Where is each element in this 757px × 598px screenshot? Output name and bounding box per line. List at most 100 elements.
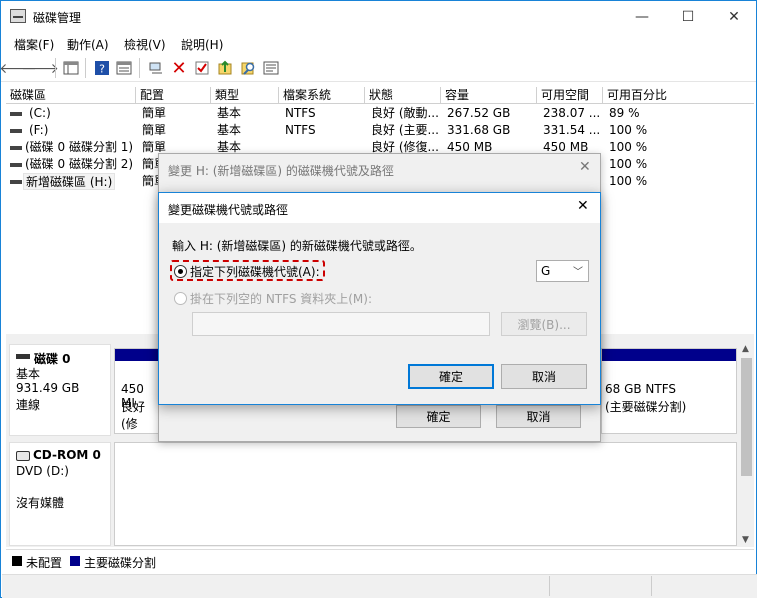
view-icon[interactable] — [115, 59, 133, 77]
cdrom-0-label[interactable]: CD-ROM 0 DVD (D:) 沒有媒體 — [9, 442, 111, 546]
volume-name: (C:) — [29, 106, 51, 120]
mount-folder-label[interactable]: 掛在下列空的 NTFS 資料夾上(M): — [190, 290, 372, 307]
window-title: 磁碟管理 — [33, 11, 82, 25]
search-icon[interactable] — [239, 59, 257, 77]
column-header-volume[interactable]: 磁碟區 — [6, 87, 136, 104]
column-header-layout[interactable]: 配置 — [136, 87, 211, 104]
volume-icon — [10, 163, 22, 167]
import-icon[interactable] — [216, 59, 234, 77]
menu-help[interactable]: 說明(H) — [181, 36, 223, 53]
volume-layout: 簡單 — [142, 106, 167, 120]
partition-block[interactable]: 450 MI 良好 (修 — [114, 348, 162, 434]
partition-status: 良好 (修 — [121, 400, 146, 431]
forward-icon[interactable]: 🡒 — [21, 59, 59, 77]
volume-filesystem: NTFS — [285, 106, 316, 120]
disk-management-icon — [10, 9, 26, 23]
cdrom-area — [114, 442, 737, 546]
properties-icon[interactable] — [193, 59, 211, 77]
volume-name: (F:) — [29, 123, 49, 137]
volume-percent-free: 100 % — [609, 140, 648, 154]
partition-color-bar — [602, 349, 736, 361]
volume-icon — [10, 180, 22, 184]
console-tree-icon[interactable] — [62, 59, 80, 77]
volume-free-space: 238.07 ... — [543, 106, 601, 120]
volume-icon — [10, 146, 22, 150]
legend-unallocated: 未配置 — [26, 556, 63, 570]
column-header-filesystem[interactable]: 檔案系統 — [279, 87, 365, 104]
cdrom-media: 沒有媒體 — [16, 496, 65, 510]
drive-letter-select[interactable]: G ﹀ — [536, 260, 589, 282]
column-header-free-space[interactable]: 可用空間 — [537, 87, 603, 104]
graphical-view-scrollbar[interactable]: ▲ ▼ — [739, 342, 754, 547]
table-row[interactable]: (F:) 簡單 基本 NTFS 良好 (主要... 331.68 GB 331.… — [1, 122, 757, 139]
volume-name: (磁碟 0 磁碟分割 2) — [25, 157, 134, 171]
volume-filesystem: NTFS — [285, 123, 316, 137]
volume-capacity: 267.52 GB — [447, 106, 511, 120]
minimize-button[interactable]: — — [619, 1, 665, 32]
cancel-button[interactable]: 取消 — [501, 364, 587, 389]
dialog-close-button[interactable]: ✕ — [579, 159, 591, 175]
primary-partition-swatch — [70, 556, 80, 566]
disk-status: 連線 — [16, 398, 41, 412]
scroll-down-icon[interactable]: ▼ — [742, 535, 749, 545]
mount-folder-radio[interactable] — [174, 292, 187, 305]
volume-icon — [10, 129, 22, 133]
svg-text:?: ? — [99, 63, 105, 76]
chevron-down-icon: ﹀ — [573, 267, 583, 278]
selected-drive-letter: G — [541, 264, 551, 278]
dialog-title: 變更 H: (新增磁碟區) 的磁碟機代號及路徑 — [168, 164, 394, 178]
column-header-percent-free[interactable]: 可用百分比 — [603, 87, 754, 104]
volume-status: 良好 (主要... — [371, 123, 439, 137]
partition-size: 68 GB NTFS — [605, 382, 677, 396]
delete-icon[interactable]: ✕ — [170, 58, 188, 79]
menu-bar — [1, 32, 756, 54]
menu-file[interactable]: 檔案(F) — [14, 36, 54, 53]
cdrom-icon — [16, 451, 30, 461]
assign-letter-radio[interactable] — [174, 265, 187, 278]
toolbar-separator — [55, 58, 56, 78]
disk-size: 931.49 GB — [16, 381, 80, 395]
volume-percent-free: 89 % — [609, 106, 640, 120]
disk-type: 基本 — [16, 367, 41, 381]
folder-path-input[interactable] — [192, 312, 490, 336]
cdrom-name: CD-ROM 0 — [33, 448, 101, 462]
browse-button[interactable]: 瀏覽(B)... — [501, 312, 587, 336]
connect-icon[interactable] — [147, 59, 165, 77]
scroll-up-icon[interactable]: ▲ — [742, 344, 749, 354]
ok-button[interactable]: 確定 — [408, 364, 494, 389]
cancel-button[interactable]: 取消 — [496, 405, 581, 428]
table-row[interactable]: (C:) 簡單 基本 NTFS 良好 (敵動... 267.52 GB 238.… — [1, 105, 757, 122]
legend-primary: 主要磁碟分割 — [84, 556, 157, 570]
volume-status: 良好 (敵動... — [371, 106, 439, 120]
help-icon[interactable]: ? — [93, 59, 111, 77]
dialog-title: 變更磁碟機代號或路徑 — [168, 203, 289, 217]
column-header-capacity[interactable]: 容量 — [441, 87, 537, 104]
partition-status: (主要磁碟分割) — [605, 400, 687, 414]
toolbar-separator — [139, 58, 140, 78]
close-button[interactable]: ✕ — [711, 1, 757, 32]
dialog-close-button[interactable]: ✕ — [577, 198, 589, 214]
volume-percent-free: 100 % — [609, 174, 648, 188]
volume-capacity: 331.68 GB — [447, 123, 511, 137]
volume-percent-free: 100 % — [609, 123, 648, 137]
assign-letter-label[interactable]: 指定下列磁碟機代號(A): — [190, 263, 320, 280]
dialog-prompt: 輸入 H: (新增磁碟區) 的新磁碟機代號或路徑。 — [172, 239, 422, 253]
menu-action[interactable]: 動作(A) — [67, 36, 109, 53]
status-divider — [549, 576, 550, 596]
toolbar-separator — [85, 58, 86, 78]
settings-icon[interactable] — [262, 59, 280, 77]
volume-name: 新增磁碟區 (H:) — [23, 173, 115, 190]
scrollbar-thumb[interactable] — [741, 358, 752, 476]
column-header-status[interactable]: 狀態 — [365, 87, 441, 104]
column-header-type[interactable]: 類型 — [211, 87, 279, 104]
disk-0-label[interactable]: 磁碟 0 基本 931.49 GB 連線 — [9, 344, 111, 436]
title-bar[interactable]: 磁碟管理 — ☐ ✕ — [1, 1, 756, 32]
partition-color-bar — [115, 349, 161, 361]
volume-name: (磁碟 0 磁碟分割 1) — [25, 140, 134, 154]
partition-block[interactable]: 68 GB NTFS (主要磁碟分割) — [601, 348, 737, 434]
menu-view[interactable]: 檢視(V) — [124, 36, 166, 53]
change-drive-letter-dialog: 變更磁碟機代號或路徑 ✕ 輸入 H: (新增磁碟區) 的新磁碟機代號或路徑。 指… — [158, 192, 601, 405]
volume-percent-free: 100 % — [609, 157, 648, 171]
maximize-button[interactable]: ☐ — [665, 1, 711, 32]
ok-button[interactable]: 確定 — [396, 405, 481, 428]
